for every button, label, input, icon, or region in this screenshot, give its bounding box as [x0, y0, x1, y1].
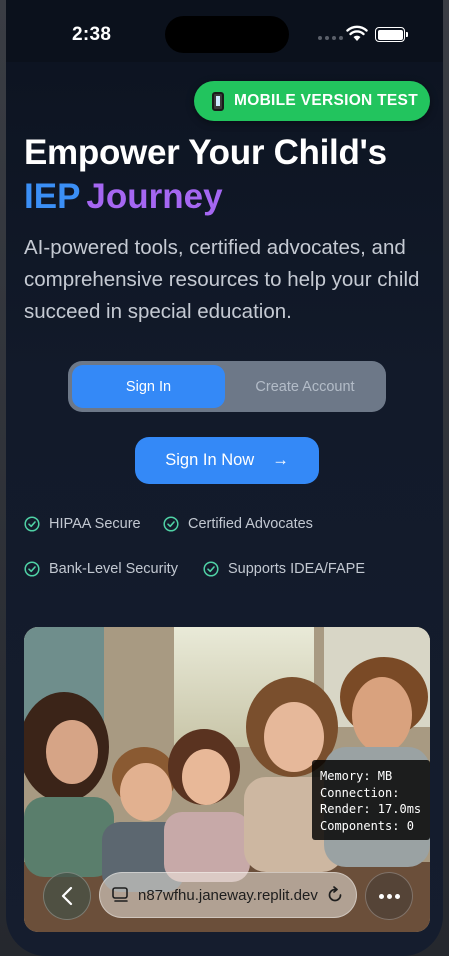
- check-circle-icon: [163, 516, 179, 532]
- browser-url-bar[interactable]: n87wfhu.janeway.replit.dev: [99, 872, 357, 918]
- reload-icon[interactable]: [326, 886, 344, 904]
- headline-iep: IEP: [24, 177, 81, 216]
- hero-subtitle: AI-powered tools, certified advocates, a…: [24, 236, 420, 323]
- phone-icon: [212, 91, 224, 111]
- more-icon: [378, 893, 384, 899]
- feature-label: Certified Advocates: [188, 516, 313, 532]
- dynamic-island: [165, 16, 289, 53]
- perf-memory: Memory: MB: [320, 769, 393, 783]
- headline-line2: IEP Journey: [24, 174, 223, 219]
- performance-overlay: Memory: MB Connection: Render: 17.0ms Co…: [312, 760, 430, 840]
- chevron-left-icon: [61, 886, 73, 906]
- app-screen: 2:38 MOBILE VERSION TEST Empower Your Ch…: [6, 0, 443, 956]
- perf-connection: Connection:: [320, 785, 400, 800]
- headline-journey: Journey: [86, 177, 223, 216]
- badge-label: MOBILE VERSION TEST: [234, 92, 418, 109]
- check-circle-icon: [24, 516, 40, 532]
- battery-icon: [375, 27, 408, 42]
- feature-supports-idea-fape: Supports IDEA/FAPE: [203, 561, 365, 577]
- browser-more-button[interactable]: [365, 872, 413, 920]
- arrow-right-icon: →: [272, 451, 289, 469]
- feature-bank-level-security: Bank-Level Security: [24, 561, 178, 577]
- perf-components: Components: 0: [320, 818, 414, 833]
- sign-in-now-button[interactable]: Sign In Now →: [135, 437, 319, 484]
- tab-sign-in[interactable]: Sign In: [72, 365, 225, 408]
- feature-label: HIPAA Secure: [49, 516, 141, 532]
- feature-label: Supports IDEA/FAPE: [228, 561, 366, 577]
- browser-url-text: n87wfhu.janeway.replit.dev: [138, 886, 318, 904]
- feature-hipaa: HIPAA Secure: [24, 516, 141, 532]
- wifi-icon: [346, 25, 368, 41]
- signal-icon: [318, 36, 343, 40]
- browser-back-button[interactable]: [43, 872, 91, 920]
- headline: Empower Your Child's: [24, 133, 387, 172]
- status-time: 2:38: [72, 24, 112, 45]
- tab-create-account[interactable]: Create Account: [228, 365, 382, 408]
- status-bar: 2:38: [6, 0, 443, 62]
- sign-in-now-label: Sign In Now: [165, 451, 255, 469]
- perf-render: Render: 17.0ms: [320, 802, 422, 816]
- feature-label: Bank-Level Security: [49, 561, 178, 577]
- mobile-version-badge: MOBILE VERSION TEST: [194, 81, 430, 121]
- auth-toggle: Sign In Create Account: [68, 361, 386, 412]
- feature-certified-advocates: Certified Advocates: [163, 516, 313, 532]
- tabs-icon: [112, 887, 128, 902]
- check-circle-icon: [24, 561, 40, 577]
- check-circle-icon: [203, 561, 219, 577]
